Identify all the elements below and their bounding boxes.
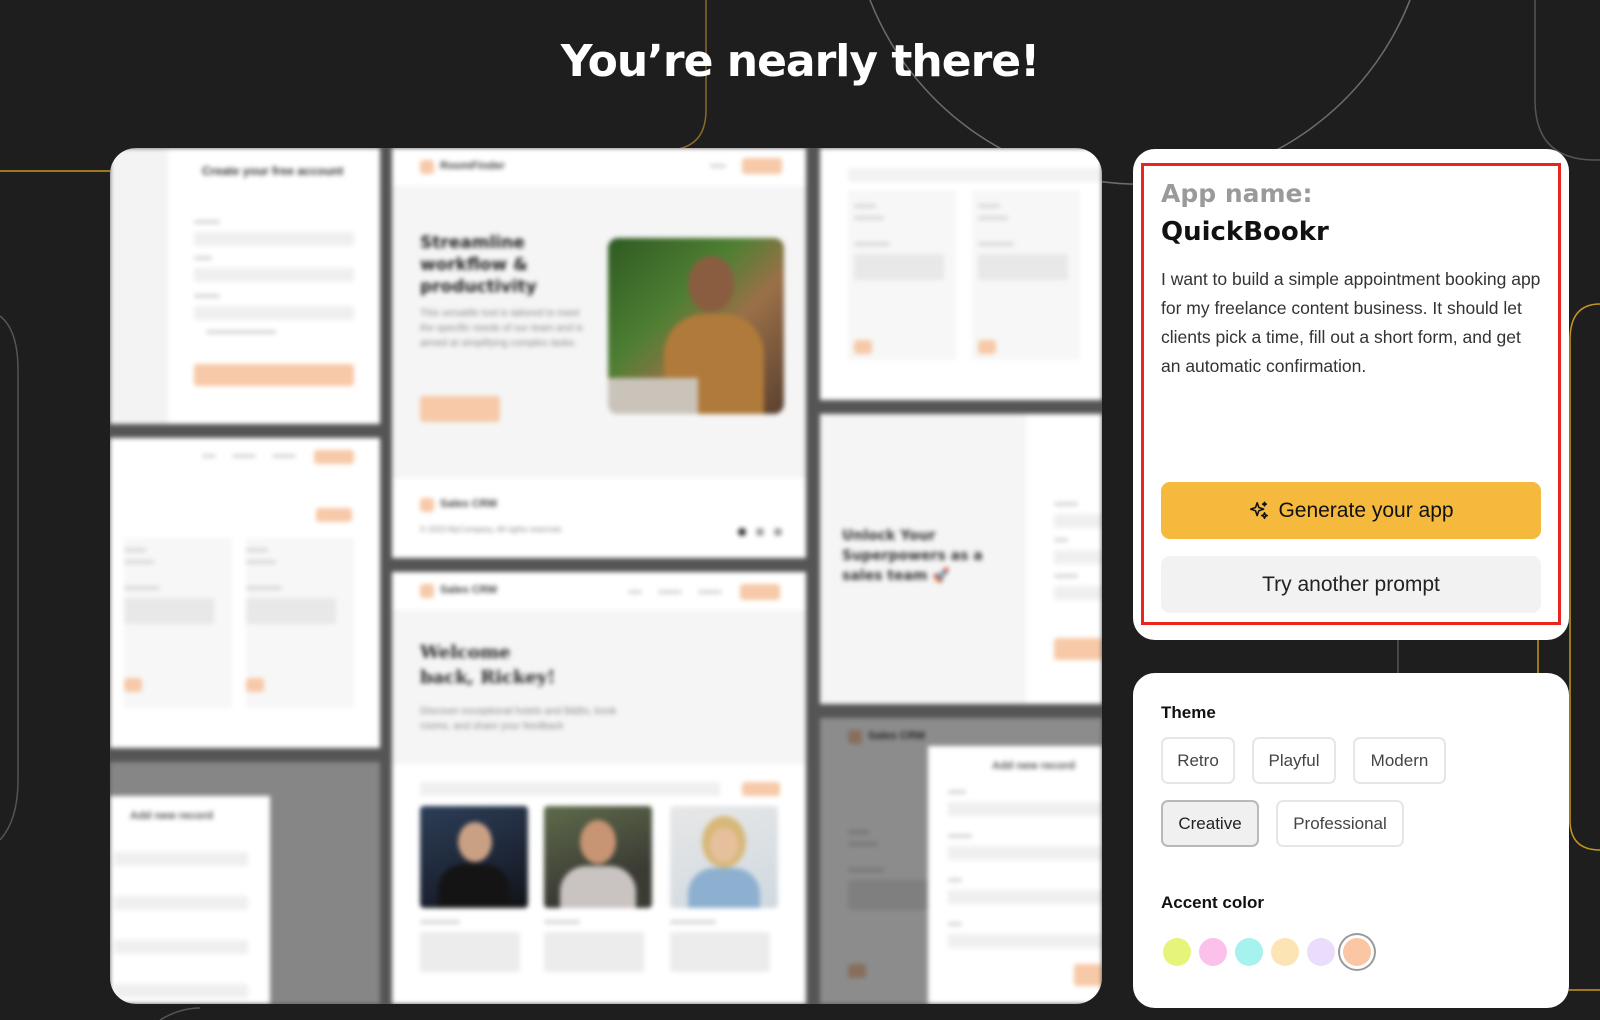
roomfinder-preview: RoomFinder Streamline workflow & product… <box>392 148 806 558</box>
page-title: You’re nearly there! <box>560 36 1040 87</box>
welcome-text: Discover exceptional hotels and B&Bs, bo… <box>420 706 617 732</box>
theme-option-professional[interactable]: Professional <box>1276 800 1404 847</box>
hero-text: This versatile tool is tailored to meet … <box>420 308 583 349</box>
app-preview-mosaic: Create your free account Add new record … <box>110 148 1102 1004</box>
superpowers-preview: Unlock Your Superpowers as a sales team … <box>820 414 1102 704</box>
superpowers-heading: Unlock Your Superpowers as a sales team … <box>842 528 983 584</box>
add-record-title-left: Add new record <box>130 810 214 822</box>
hero-photo <box>608 238 784 414</box>
generate-app-button[interactable]: Generate your app <box>1161 482 1541 539</box>
roomfinder-logo: RoomFinder <box>440 160 505 172</box>
accent-color-swatch[interactable] <box>1235 938 1263 966</box>
prompt-card: App name: QuickBookr I want to build a s… <box>1133 149 1569 640</box>
theme-option-modern[interactable]: Modern <box>1353 737 1446 784</box>
accent-color-swatch[interactable] <box>1199 938 1227 966</box>
cards-preview <box>820 148 1102 400</box>
person-photo-1 <box>420 806 528 908</box>
accent-color-swatch[interactable] <box>1163 938 1191 966</box>
theme-option-playful[interactable]: Playful <box>1252 737 1336 784</box>
app-name-label: App name: <box>1161 179 1313 208</box>
theme-card: Theme Retro Playful Modern Creative Prof… <box>1133 673 1569 1008</box>
welcome-preview: Sales CRM Welcome back, Rickey! Discover… <box>392 572 806 1004</box>
signup-preview: Create your free account <box>110 148 380 424</box>
signup-title: Create your free account <box>202 164 344 178</box>
add-record-preview-right: Sales CRM Add new record <box>820 718 1102 1004</box>
sparkles-icon <box>1248 500 1270 522</box>
try-another-prompt-button[interactable]: Try another prompt <box>1161 556 1541 613</box>
accent-color-swatch[interactable] <box>1307 938 1335 966</box>
copyright-text: © 2023 MyCompany. All rights reserved. <box>420 525 563 534</box>
add-record-title-right: Add new record <box>992 760 1076 772</box>
theme-label: Theme <box>1161 703 1216 722</box>
add-record-preview-left: Add new record <box>110 762 380 1004</box>
welcome-heading: Welcome back, Rickey! <box>420 642 556 688</box>
person-photo-2 <box>544 806 652 908</box>
accent-color-swatch[interactable] <box>1343 938 1371 966</box>
accent-color-label: Accent color <box>1161 893 1264 912</box>
prompt-text[interactable]: I want to build a simple appointment boo… <box>1161 265 1541 381</box>
list-preview <box>110 438 380 748</box>
person-photo-3 <box>670 806 778 908</box>
theme-option-creative[interactable]: Creative <box>1161 800 1259 847</box>
sales-crm-logo: Sales CRM <box>440 584 497 596</box>
hero-heading: Streamline workflow & productivity <box>420 233 537 297</box>
accent-color-swatch[interactable] <box>1271 938 1299 966</box>
sales-crm-logo-footer: Sales CRM <box>440 498 497 510</box>
app-name[interactable]: QuickBookr <box>1161 217 1329 247</box>
theme-option-retro[interactable]: Retro <box>1161 737 1235 784</box>
generate-app-label: Generate your app <box>1278 498 1454 522</box>
